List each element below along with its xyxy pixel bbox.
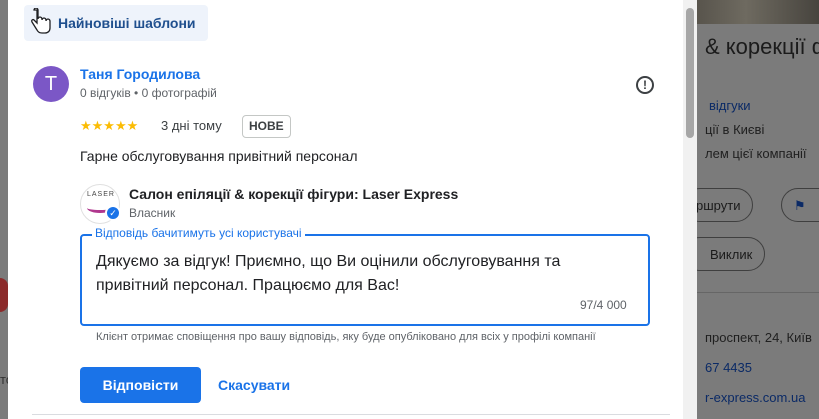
background-business-photo — [697, 0, 819, 24]
background-owner-line: лем цієї компанії — [705, 146, 807, 161]
report-review-icon[interactable]: ! — [636, 76, 654, 94]
background-call-label: Виклик — [710, 247, 753, 262]
background-save-button: ⚑ — [781, 188, 819, 222]
latest-templates-label: Найновіші шаблони — [58, 15, 196, 31]
section-divider — [32, 414, 670, 415]
new-badge: НОВЕ — [242, 115, 291, 138]
rating-stars: ★★★★★ — [80, 118, 139, 133]
reviewer-avatar[interactable]: Т — [33, 66, 69, 102]
background-business-panel: & корекції ф відгуки ції в Києві лем ціє… — [697, 0, 819, 419]
reviewer-name[interactable]: Таня Городилова — [80, 66, 200, 82]
character-counter: 97/4 000 — [580, 298, 627, 312]
review-time: 3 дні тому — [161, 118, 222, 133]
reply-text-value[interactable]: Дякуємо за відгук! Приємно, що Ви оцінил… — [96, 250, 636, 298]
background-avatar-fragment — [0, 278, 8, 312]
background-city-line: ції в Києві — [705, 122, 765, 137]
background-divider — [697, 292, 819, 293]
scrollbar-thumb[interactable] — [686, 8, 694, 138]
background-business-title: & корекції ф — [705, 34, 819, 59]
owner-business-name: Салон епіляції & корекції фігури: Laser … — [129, 186, 459, 202]
cancel-button[interactable]: Скасувати — [210, 367, 298, 403]
review-text: Гарне обслуговування привітний персонал — [80, 148, 358, 164]
bookmark-icon: ⚑ — [794, 198, 806, 213]
reply-review-dialog: Найновіші шаблони Т Таня Городилова 0 ві… — [8, 0, 697, 419]
reviewer-stats: 0 відгуків • 0 фотографій — [80, 86, 217, 100]
reply-button[interactable]: Відповісти — [80, 367, 201, 403]
reply-hint: Клієнт отримає сповіщення про вашу відпо… — [96, 331, 596, 343]
background-routes-button: ршрути — [697, 188, 754, 222]
owner-logo-text: LASER — [87, 191, 115, 198]
verified-check-icon: ✓ — [105, 205, 121, 221]
background-routes-label: ршрути — [697, 198, 741, 213]
background-left-panel — [0, 0, 8, 419]
owner-role: Власник — [129, 206, 176, 220]
background-phone: 67 4435 — [705, 360, 752, 375]
background-website: r-express.com.ua — [705, 390, 806, 405]
dialog-scrollbar[interactable] — [683, 0, 697, 419]
background-reviews-link: відгуки — [709, 98, 751, 113]
hand-cursor-icon — [31, 8, 51, 34]
reply-field-label: Відповідь бачитимуть усі користувачі — [92, 226, 305, 240]
latest-templates-chip[interactable]: Найновіші шаблони — [24, 5, 208, 41]
background-call-button: Виклик — [697, 237, 766, 271]
background-address: проспект, 24, Київ — [705, 330, 812, 345]
